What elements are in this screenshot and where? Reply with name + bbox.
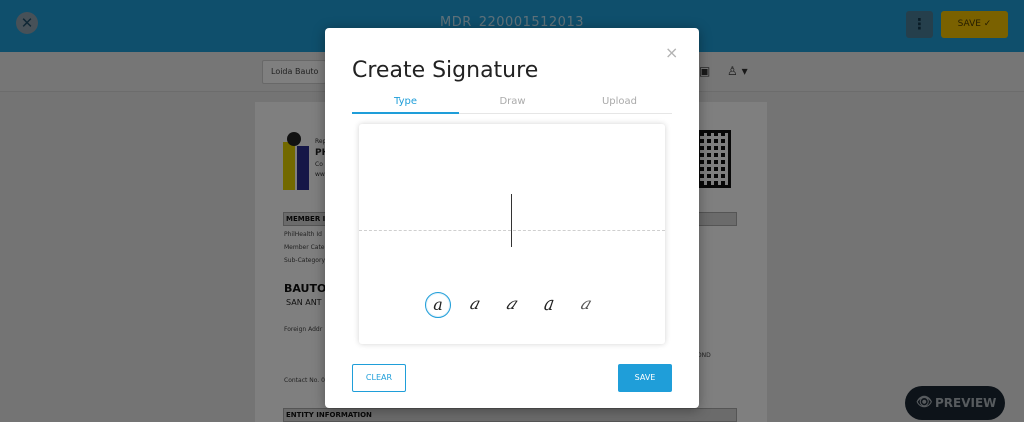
close-icon[interactable]: ×: [665, 44, 678, 62]
font-option-1[interactable]: a: [425, 292, 451, 318]
font-option-5[interactable]: a: [568, 292, 603, 318]
font-option-3[interactable]: a: [493, 292, 531, 318]
text-cursor: [511, 194, 512, 247]
dialog-title: Create Signature: [352, 58, 539, 83]
signature-tabs: Type Draw Upload: [352, 94, 672, 114]
tab-upload[interactable]: Upload: [566, 96, 673, 107]
signature-baseline: [359, 230, 665, 231]
font-option-2[interactable]: a: [459, 292, 492, 318]
font-option-4[interactable]: a: [533, 289, 565, 320]
tab-draw[interactable]: Draw: [459, 96, 566, 107]
active-tab-indicator: [352, 112, 459, 114]
save-button[interactable]: SAVE: [618, 364, 672, 392]
create-signature-dialog: × Create Signature Type Draw Upload a a …: [325, 28, 699, 408]
font-style-picker: a a a a a: [425, 292, 605, 320]
signature-input-area[interactable]: a a a a a: [359, 124, 665, 344]
clear-button[interactable]: CLEAR: [352, 364, 406, 392]
tab-type[interactable]: Type: [352, 96, 459, 107]
